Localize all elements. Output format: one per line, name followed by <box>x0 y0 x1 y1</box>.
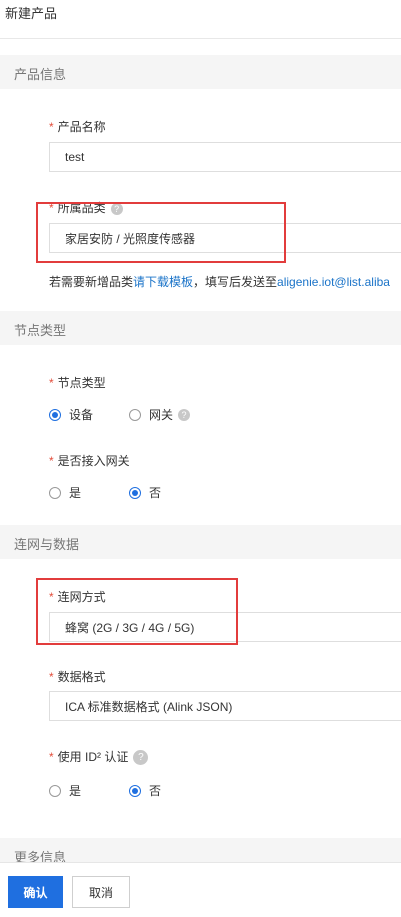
category-hint: 若需要新增品类请下载模板，填写后发送至aligenie.iot@list.ali… <box>49 275 390 289</box>
radio-checked-icon <box>129 784 141 797</box>
node-type-label: * 节点类型 <box>49 376 106 390</box>
section-title-node-type: 节点类型 <box>14 323 67 338</box>
radio-gateway-yes[interactable]: 是 <box>49 484 81 501</box>
radio-unchecked-icon <box>129 408 141 421</box>
product-name-input[interactable]: test <box>49 142 401 172</box>
divider <box>0 38 401 39</box>
radio-checked-icon <box>129 486 141 499</box>
radio-id2-no[interactable]: 否 <box>129 782 161 799</box>
radio-device[interactable]: 设备 <box>49 406 93 423</box>
page-title: 新建产品 <box>5 6 58 21</box>
required-mark: * <box>49 376 54 390</box>
radio-checked-icon <box>49 408 61 421</box>
required-mark: * <box>49 750 54 764</box>
required-mark: * <box>49 454 54 468</box>
radio-gateway-no[interactable]: 否 <box>129 484 161 501</box>
highlight-box-category <box>36 202 286 263</box>
help-icon[interactable]: ? <box>178 408 191 421</box>
confirm-button[interactable]: 确认 <box>8 876 63 908</box>
radio-id2-yes[interactable]: 是 <box>49 782 81 799</box>
data-format-label: * 数据格式 <box>49 670 106 684</box>
section-title-network-data: 连网与数据 <box>14 537 80 552</box>
highlight-box-network <box>36 578 238 645</box>
required-mark: * <box>49 670 54 684</box>
section-title-product-info: 产品信息 <box>14 67 67 82</box>
help-icon[interactable]: ? <box>133 750 149 766</box>
email-link[interactable]: aligenie.iot@list.aliba <box>277 275 390 289</box>
radio-unchecked-icon <box>49 784 61 797</box>
download-template-link[interactable]: 请下载模板 <box>133 275 193 289</box>
gateway-access-label: * 是否接入网关 <box>49 454 130 468</box>
product-name-label: * 产品名称 <box>49 120 106 134</box>
id2-auth-label: * 使用 ID² 认证? <box>49 748 149 766</box>
cancel-button[interactable]: 取消 <box>72 876 130 908</box>
required-mark: * <box>49 120 54 134</box>
radio-unchecked-icon <box>49 486 61 499</box>
radio-gateway[interactable]: 网关 ? <box>129 406 191 423</box>
data-format-select[interactable]: ICA 标准数据格式 (Alink JSON) <box>49 691 401 721</box>
